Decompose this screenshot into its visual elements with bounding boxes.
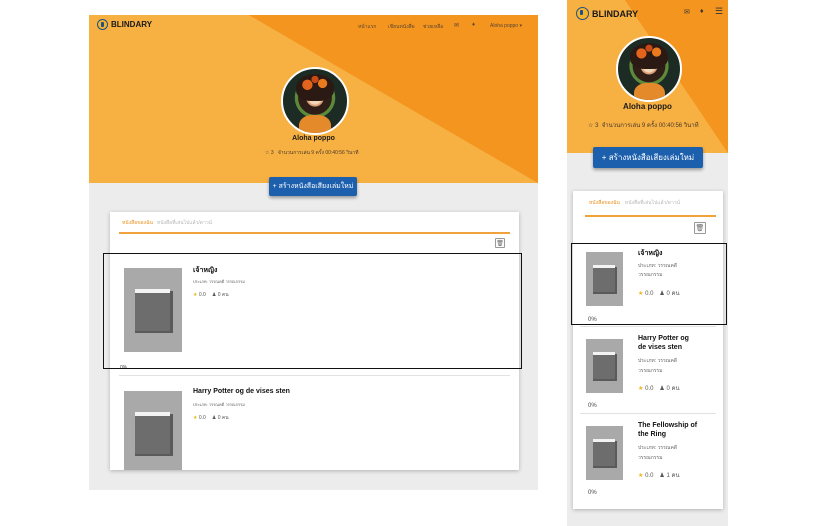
hamburger-icon[interactable]: ☰ <box>715 6 723 17</box>
mobile-profile-name: Aloha poppo <box>623 102 672 111</box>
mobile-book-cover-3[interactable] <box>586 426 623 480</box>
create-audiobook-button[interactable]: + สร้างหนังสือเสียงเล่มใหม่ <box>269 177 357 196</box>
mobile-book-meta-2a: ประเภท: วรรณคดี <box>638 358 678 364</box>
brand-name: BLINDARY <box>111 20 153 29</box>
mobile-book-title-3-line2: the Ring <box>638 431 666 438</box>
mobile-book-title-2-line2: de vises sten <box>638 344 682 351</box>
star-count: 3 <box>270 150 274 156</box>
tab-underline <box>585 215 716 217</box>
trash-icon[interactable]: 🗑 <box>694 222 706 234</box>
mobile-book-users-2: 0 คน <box>666 386 680 392</box>
user-icon: ♟ <box>211 415 217 421</box>
highlight-box-desktop <box>103 253 522 369</box>
bell-icon[interactable]: ♦ <box>700 8 704 15</box>
tab-played-books[interactable]: หนังสือที่เล่นไปแล้ว/ดาวน์ <box>157 219 212 227</box>
mobile-profile-avatar <box>616 36 682 102</box>
tab-my-books[interactable]: หนังสือของฉัน <box>122 219 153 227</box>
nav-home-link[interactable]: หน้าแรก <box>358 23 376 31</box>
profile-avatar <box>281 67 349 135</box>
profile-banner: BLINDARY หน้าแรก เขียนหนังสือ ช่วยเหลือ … <box>89 15 538 183</box>
mobile-book-title-2[interactable]: Harry Potter og de vises sten <box>638 334 689 352</box>
star-icon: ★ <box>638 385 644 392</box>
highlight-box-mobile <box>571 243 727 325</box>
nav-write-link[interactable]: เขียนหนังสือ <box>388 23 415 31</box>
brand-name: BLINDARY <box>592 8 639 19</box>
star-outline-icon: ☆ <box>588 123 594 129</box>
mobile-book-progress-3: 0% <box>588 490 597 496</box>
book-rating-2: 0.0 <box>198 415 206 421</box>
profile-stats: ☆ 3 จำนวนการเล่น 9 ครั้ง 00:40:56 วินาที <box>265 149 359 157</box>
book-cover-2[interactable] <box>124 391 182 470</box>
tab-my-books[interactable]: หนังสือของฉัน <box>589 199 620 207</box>
book-title-2[interactable]: Harry Potter og de vises sten <box>193 388 290 395</box>
play-stats: จำนวนการเล่น 9 ครั้ง 00:40:56 วินาที <box>601 123 699 129</box>
logo-icon <box>97 19 108 30</box>
star-icon: ★ <box>193 415 198 421</box>
mobile-books-card: หนังสือของฉัน หนังสือที่เล่นไปแล้ว/ดาวน์… <box>573 191 723 509</box>
mobile-book-rating-3: 0.0 <box>645 472 654 479</box>
book-stats-2: ★ 0.0 ♟ 0 คน <box>193 414 229 422</box>
envelope-icon[interactable]: ✉ <box>684 8 690 16</box>
mobile-brand-logo[interactable]: BLINDARY <box>576 7 638 20</box>
bell-icon[interactable]: ♦ <box>472 22 475 28</box>
mobile-book-meta-3a: ประเภท: วรรณคดี <box>638 445 678 451</box>
mobile-book-title-2-line1: Harry Potter og <box>638 335 689 342</box>
user-icon: ♟ <box>659 386 665 392</box>
profile-name: Aloha poppo <box>292 135 335 142</box>
book-meta-2: ประเภท: วรรณคดี วรรณกรรม <box>193 402 245 407</box>
star-outline-icon: ☆ <box>265 150 270 156</box>
book-users-2: 0 คน <box>217 415 229 421</box>
mobile-book-stats-2: ★ 0.0 ♟ 0 คน <box>638 383 680 393</box>
play-stats: จำนวนการเล่น 9 ครั้ง 00:40:56 วินาที <box>277 150 359 156</box>
mobile-book-cover-2[interactable] <box>586 339 623 393</box>
row-divider <box>119 375 510 376</box>
mobile-profile-banner: BLINDARY ✉ ♦ ☰ Aloha poppo ☆ 3 จำนวนการเ… <box>567 0 728 153</box>
mobile-book-progress-2: 0% <box>588 403 597 409</box>
mobile-book-stats-3: ★ 0.0 ♟ 1 คน <box>638 470 680 480</box>
brand-logo[interactable]: BLINDARY <box>97 19 152 30</box>
user-menu-label: Aloha poppo <box>490 23 519 29</box>
mobile-profile-stats: ☆ 3 จำนวนการเล่น 9 ครั้ง 00:40:56 วินาที <box>588 120 699 130</box>
row-divider <box>580 326 716 327</box>
user-icon: ♟ <box>659 473 665 479</box>
user-menu[interactable]: Aloha poppo ▾ <box>490 23 522 29</box>
star-icon: ★ <box>638 472 644 479</box>
mobile-book-meta-3b: วรรณกรรม <box>638 455 663 461</box>
tab-underline <box>119 232 510 234</box>
mobile-book-rating-2: 0.0 <box>645 385 654 392</box>
tab-played-books[interactable]: หนังสือที่เล่นไปแล้ว/ดาวน์ <box>625 199 680 207</box>
mobile-create-audiobook-button[interactable]: + สร้างหนังสือเสียงเล่มใหม่ <box>593 147 703 168</box>
trash-icon[interactable]: 🗑 <box>495 238 505 248</box>
nav-help-link[interactable]: ช่วยเหลือ <box>423 23 443 31</box>
envelope-icon[interactable]: ✉ <box>454 22 459 29</box>
mobile-book-title-3[interactable]: The Fellowship of the Ring <box>638 421 697 439</box>
row-divider <box>580 413 716 414</box>
mobile-book-meta-2b: วรรณกรรม <box>638 368 663 374</box>
star-count: 3 <box>595 123 599 129</box>
mobile-book-users-3: 1 คน <box>666 473 680 479</box>
caret-down-icon: ▾ <box>519 23 522 29</box>
mobile-book-title-3-line1: The Fellowship of <box>638 422 698 429</box>
logo-icon <box>576 7 589 20</box>
